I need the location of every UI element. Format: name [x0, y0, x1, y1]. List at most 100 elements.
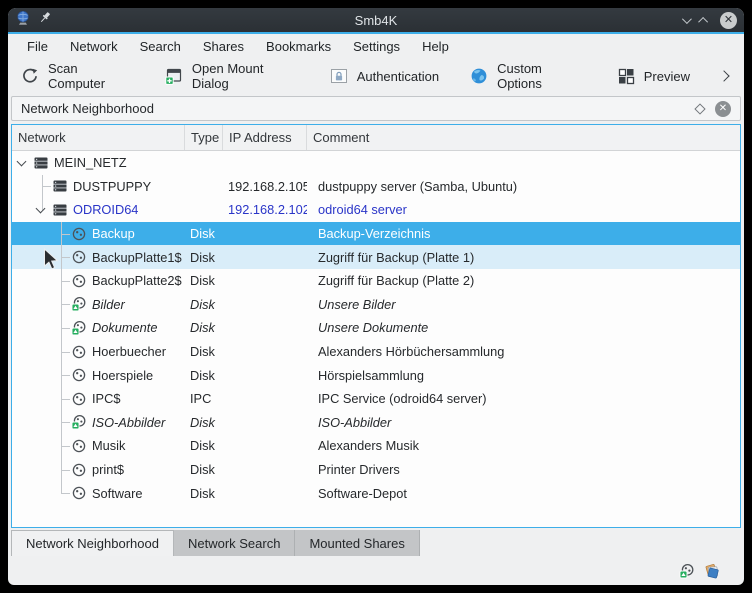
maximize-icon[interactable] — [698, 16, 708, 26]
column-header-comment[interactable]: Comment — [307, 125, 740, 150]
toolbar-label: Scan Computer — [48, 61, 134, 91]
tree-branch — [33, 175, 52, 199]
statusbar — [8, 556, 744, 585]
share-icon — [71, 226, 87, 242]
tree-branch — [33, 363, 52, 387]
toolbar-label: Preview — [644, 69, 690, 84]
row-name: Software — [92, 486, 147, 501]
share-icon — [71, 462, 87, 478]
toolbar-label: Authentication — [357, 69, 439, 84]
row-type: Disk — [185, 415, 223, 430]
tree-branch — [14, 458, 33, 482]
tree-row[interactable]: BackupPlatte2$ Disk Zugriff für Backup (… — [12, 269, 740, 293]
share-icon — [71, 344, 87, 360]
tree-row[interactable]: Hoerbuecher Disk Alexanders Hörbüchersam… — [12, 340, 740, 364]
toolbar-label: Open Mount Dialog — [192, 61, 299, 91]
dock-header: Network Neighborhood ✕ — [11, 96, 741, 121]
row-comment: dustpuppy server (Samba, Ubuntu) — [307, 179, 740, 194]
minimize-icon[interactable] — [682, 14, 692, 24]
row-type: Disk — [185, 226, 223, 241]
tree-branch — [14, 175, 33, 199]
tree-branch — [14, 481, 33, 505]
tree-branch — [33, 387, 52, 411]
authentication-button[interactable]: Authentication — [329, 66, 439, 86]
row-name: IPC$ — [92, 391, 124, 406]
row-name: DUSTPUPPY — [73, 179, 155, 194]
menu-shares[interactable]: Shares — [192, 36, 255, 57]
custom-options-button[interactable]: Custom Options — [469, 61, 586, 91]
mounted-share-icon — [71, 296, 87, 312]
row-comment: Zugriff für Backup (Platte 2) — [307, 273, 740, 288]
tree-branch — [14, 363, 33, 387]
row-type: Disk — [185, 486, 223, 501]
wallet-icon — [704, 563, 720, 579]
column-header-network[interactable]: Network — [12, 125, 185, 150]
row-ip: 192.168.2.105 — [223, 179, 307, 194]
row-name: MEIN_NETZ — [54, 155, 131, 170]
menu-settings[interactable]: Settings — [342, 36, 411, 57]
tree-row[interactable]: print$ Disk Printer Drivers — [12, 458, 740, 482]
tree-row[interactable]: Software Disk Software-Depot — [12, 481, 740, 505]
lock-icon — [329, 66, 349, 86]
tree-row[interactable]: MEIN_NETZ — [12, 151, 740, 175]
smb4k-window: Smb4K ✕ File Network Search Shares Bookm… — [8, 8, 744, 585]
tab-network-search[interactable]: Network Search — [174, 530, 295, 556]
tree-branch — [33, 458, 52, 482]
dock-close-icon[interactable]: ✕ — [715, 101, 731, 117]
scan-computer-button[interactable]: Scan Computer — [20, 61, 134, 91]
tree-row[interactable]: IPC$ IPC IPC Service (odroid64 server) — [12, 387, 740, 411]
menu-file[interactable]: File — [16, 36, 59, 57]
toolbar-overflow-button[interactable] — [720, 72, 732, 80]
tree-branch — [14, 434, 33, 458]
menu-bookmarks[interactable]: Bookmarks — [255, 36, 342, 57]
row-comment: Software-Depot — [307, 486, 740, 501]
share-icon — [71, 273, 87, 289]
row-type: Disk — [185, 273, 223, 288]
share-icon — [71, 367, 87, 383]
tree-row[interactable]: ODROID64 192.168.2.102 odroid64 server — [12, 198, 740, 222]
row-comment: Hörspielsammlung — [307, 368, 740, 383]
pin-icon[interactable] — [39, 11, 52, 29]
tree-row[interactable]: Backup Disk Backup-Verzeichnis — [12, 222, 740, 246]
menu-search[interactable]: Search — [129, 36, 192, 57]
tree-branch — [14, 316, 33, 340]
open-mount-dialog-button[interactable]: Open Mount Dialog — [164, 61, 299, 91]
tree-branch — [33, 245, 52, 269]
preview-button[interactable]: Preview — [616, 66, 690, 86]
tree-branch — [14, 340, 33, 364]
tree-row[interactable]: BackupPlatte1$ Disk Zugriff für Backup (… — [12, 245, 740, 269]
row-type: Disk — [185, 250, 223, 265]
tab-network-neighborhood[interactable]: Network Neighborhood — [11, 530, 174, 556]
menu-network[interactable]: Network — [59, 36, 129, 57]
tree-header: Network Type IP Address Comment — [12, 125, 740, 151]
window-title: Smb4K — [8, 13, 744, 28]
tree-row[interactable]: Hoerspiele Disk Hörspielsammlung — [12, 363, 740, 387]
titlebar[interactable]: Smb4K ✕ — [8, 8, 744, 32]
tree-branch — [52, 222, 71, 246]
tab-mounted-shares[interactable]: Mounted Shares — [295, 530, 419, 556]
close-icon[interactable]: ✕ — [720, 12, 737, 29]
tree-branch — [14, 293, 33, 317]
row-name: BackupPlatte2$ — [92, 273, 185, 288]
tree-row[interactable]: ISO-Abbilder Disk ISO-Abbilder — [12, 411, 740, 435]
toolbar: Scan Computer Open Mount Dialog — [8, 58, 744, 94]
server-icon — [33, 155, 49, 171]
share-icon — [71, 391, 87, 407]
expander-icon[interactable] — [14, 151, 33, 175]
column-header-ip[interactable]: IP Address — [223, 125, 307, 150]
row-type: Disk — [185, 344, 223, 359]
mount-dialog-icon — [164, 66, 184, 86]
tree-row[interactable]: Dokumente Disk Unsere Dokumente — [12, 316, 740, 340]
tree-row[interactable]: DUSTPUPPY 192.168.2.105 dustpuppy server… — [12, 175, 740, 199]
expander-icon[interactable] — [33, 198, 52, 222]
tree-row[interactable]: Bilder Disk Unsere Bilder — [12, 293, 740, 317]
row-name: ISO-Abbilder — [92, 415, 169, 430]
tree-row[interactable]: Musik Disk Alexanders Musik — [12, 434, 740, 458]
float-icon[interactable] — [694, 103, 705, 114]
menubar: File Network Search Shares Bookmarks Set… — [8, 34, 744, 58]
menu-help[interactable]: Help — [411, 36, 460, 57]
column-header-type[interactable]: Type — [185, 125, 223, 150]
row-name: Hoerbuecher — [92, 344, 170, 359]
tree-branch — [52, 458, 71, 482]
row-name: Backup — [92, 226, 139, 241]
